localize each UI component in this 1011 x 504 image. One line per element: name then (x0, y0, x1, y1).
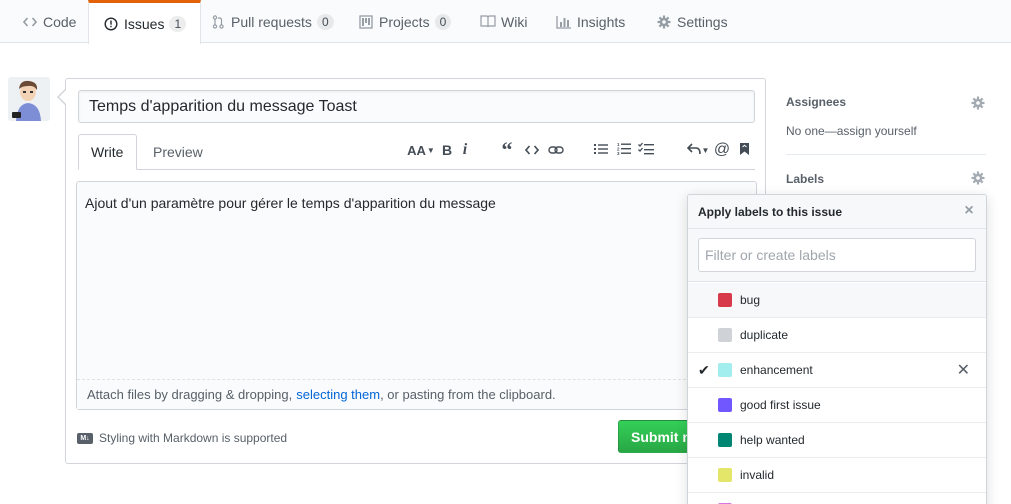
remove-label-icon[interactable]: ✕ (957, 360, 970, 380)
labels-filter-input[interactable]: Filter or create labels (698, 238, 976, 272)
issue-body-textarea[interactable]: Ajout d'un paramètre pour gérer le temps… (76, 181, 757, 410)
label-item-good-first-issue[interactable]: good first issue (688, 388, 986, 423)
assignees-gear-icon[interactable] (969, 94, 987, 112)
label-name: enhancement (740, 363, 813, 377)
assign-yourself-link[interactable]: No one—assign yourself (786, 124, 917, 138)
tasklist-icon (638, 142, 654, 158)
tab-wiki[interactable]: Wiki (466, 0, 541, 43)
tab-write[interactable]: Write (78, 134, 137, 170)
labels-filter-wrap: Filter or create labels (688, 229, 986, 282)
pull-requests-counter: 0 (316, 13, 334, 30)
tab-pull-requests-label: Pull requests (231, 13, 312, 30)
issue-title-input[interactable]: Temps d'apparition du message Toast (78, 90, 755, 123)
tab-insights[interactable]: Insights (542, 0, 639, 43)
issue-opened-icon (103, 16, 119, 32)
sidebar-divider (786, 154, 986, 155)
new-issue-form: Temps d'apparition du message Toast Writ… (57, 78, 766, 464)
label-color-swatch (718, 398, 732, 412)
label-name: duplicate (740, 328, 789, 342)
italic-button[interactable]: i (458, 139, 472, 161)
tab-wiki-label: Wiki (501, 13, 528, 30)
avatar[interactable] (8, 77, 50, 121)
link-button[interactable] (546, 139, 566, 161)
labels-gear-icon[interactable] (969, 169, 987, 187)
label-color-swatch (718, 293, 732, 307)
label-name: bug (740, 293, 761, 307)
assignees-heading: Assignees (786, 95, 847, 109)
mention-button[interactable]: @ (714, 139, 730, 161)
code-button[interactable] (523, 139, 541, 161)
label-color-swatch (718, 328, 732, 342)
tab-issues[interactable]: Issues 1 (88, 0, 202, 44)
labels-dropdown-header: Apply labels to this issue × (688, 195, 986, 229)
quote-icon: “ (501, 137, 513, 162)
header-text-button[interactable]: AA ▼ (406, 139, 436, 161)
code-icon (22, 14, 38, 30)
graph-icon (556, 14, 572, 30)
quote-button[interactable]: “ (498, 139, 516, 161)
saved-replies-button[interactable]: ▼ (686, 139, 710, 161)
project-icon (358, 14, 374, 30)
markdown-note[interactable]: M↓ Styling with Markdown is supported (77, 431, 287, 445)
tab-projects[interactable]: Projects 0 (344, 0, 465, 43)
label-color-swatch (718, 363, 732, 377)
attach-files-bar[interactable]: Attach files by dragging & dropping, sel… (77, 379, 756, 409)
select-files-link[interactable]: selecting them (296, 387, 380, 402)
bookmark-icon (739, 142, 750, 159)
tab-projects-label: Projects (379, 13, 430, 30)
labels-dropdown-title: Apply labels to this issue (698, 204, 843, 219)
mention-icon: @ (713, 141, 731, 158)
tab-settings[interactable]: Settings (642, 0, 742, 43)
label-color-swatch (718, 468, 732, 482)
markdown-icon: M↓ (77, 432, 93, 444)
close-icon[interactable]: × (962, 203, 976, 219)
label-item-invalid[interactable]: invalid (688, 458, 986, 493)
link-icon (548, 142, 564, 158)
tab-preview[interactable]: Preview (141, 134, 215, 170)
label-item-duplicate[interactable]: duplicate (688, 318, 986, 353)
repo-nav: Code Issues 1 Pull requests 0 Projects 0… (0, 0, 1011, 44)
tab-settings-label: Settings (677, 13, 728, 30)
book-icon (480, 14, 496, 30)
labels-heading: Labels (786, 172, 825, 186)
unordered-list-button[interactable] (592, 139, 610, 161)
reference-button[interactable] (736, 139, 752, 161)
git-pull-request-icon (210, 14, 226, 30)
tab-code-label: Code (43, 13, 77, 30)
header-text-label: AA (407, 142, 426, 158)
tab-code[interactable]: Code (8, 0, 90, 43)
label-item-question[interactable]: question (688, 493, 986, 504)
task-list-button[interactable] (637, 139, 655, 161)
code-icon (524, 142, 540, 158)
tab-pull-requests[interactable]: Pull requests 0 (196, 0, 348, 43)
attach-prefix: Attach files by dragging & dropping, (87, 387, 293, 402)
attach-suffix: , or pasting from the clipboard. (380, 387, 556, 402)
caret-down-icon: ▼ (701, 145, 710, 155)
check-icon: ✔ (698, 361, 710, 378)
labels-dropdown: Apply labels to this issue × Filter or c… (687, 194, 987, 504)
label-name: invalid (740, 468, 775, 482)
markdown-note-label: Styling with Markdown is supported (99, 431, 288, 445)
caret-down-icon: ▼ (426, 145, 435, 155)
list-ordered-icon: 123 (617, 142, 631, 158)
issue-body-text: Ajout d'un paramètre pour gérer le temps… (85, 195, 496, 211)
ordered-list-button[interactable]: 123 (615, 139, 633, 161)
tab-issues-label: Issues (124, 15, 165, 32)
label-item-help-wanted[interactable]: help wanted (688, 423, 986, 458)
label-color-swatch (718, 433, 732, 447)
label-name: good first issue (740, 398, 821, 412)
list-unordered-icon (594, 142, 608, 158)
labels-list: bug duplicate ✔ enhancement ✕ good first… (688, 283, 986, 504)
bold-button[interactable]: B (439, 139, 455, 161)
svg-text:3: 3 (617, 151, 620, 155)
label-item-bug[interactable]: bug (688, 283, 986, 318)
label-name: help wanted (740, 433, 805, 447)
label-item-enhancement[interactable]: ✔ enhancement ✕ (688, 353, 986, 388)
tab-insights-label: Insights (577, 13, 626, 30)
gear-icon (656, 14, 672, 30)
projects-counter: 0 (434, 13, 452, 30)
issues-counter: 1 (169, 15, 187, 32)
reply-icon (686, 142, 701, 158)
